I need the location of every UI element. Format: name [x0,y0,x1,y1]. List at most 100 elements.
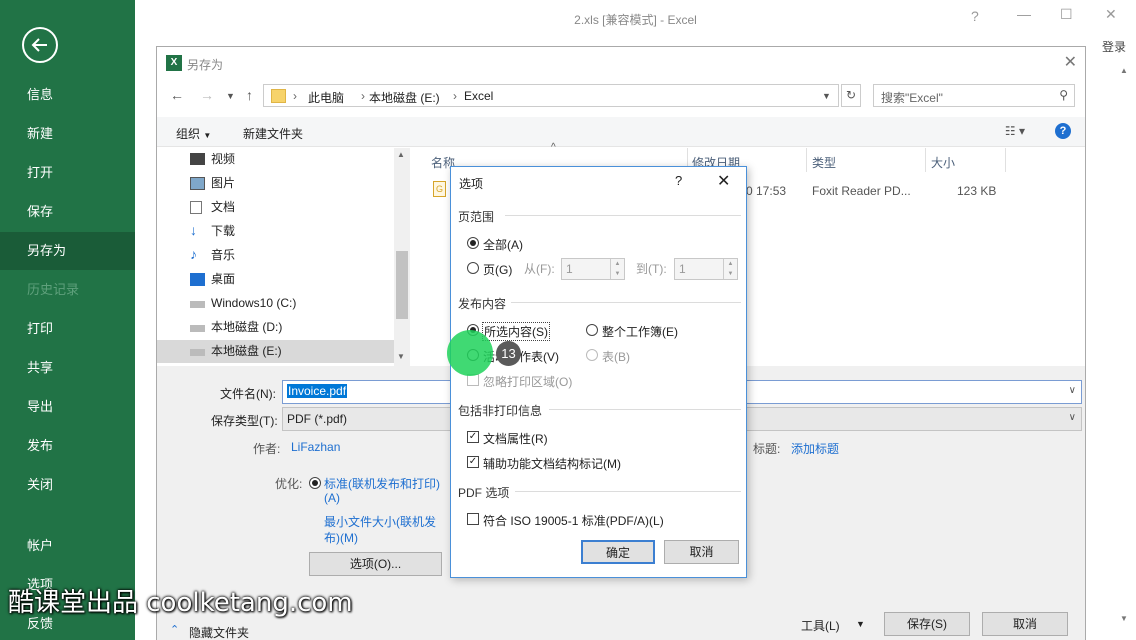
scrollbar-thumb[interactable] [396,251,408,319]
drive-icon [190,349,205,356]
hide-folders-link[interactable]: 隐藏文件夹 [189,624,249,640]
close-icon[interactable]: ✕ [1064,52,1077,72]
chevron-down-icon[interactable]: ▼ [856,619,865,629]
login-link[interactable]: 登录 [1102,38,1126,55]
tree-item-documents[interactable]: 文档 [157,196,394,219]
minimize-icon[interactable]: — [1017,6,1031,22]
nav-account[interactable]: 帐户 [0,527,135,565]
ok-button[interactable]: 确定 [581,540,655,564]
cancel-button[interactable]: 取消 [664,540,739,564]
scroll-down-icon[interactable]: ▼ [397,352,405,361]
cancel-button[interactable]: 取消 [982,612,1068,636]
view-options-icon[interactable]: ☷ ▾ [1005,124,1025,138]
organize-button[interactable]: 组织 ▼ [176,125,211,142]
backstage-scrollbar[interactable]: ▲ ▼ [1118,66,1132,626]
chevron-down-icon[interactable]: ▼ [822,91,831,101]
page-range-pages-radio[interactable] [467,262,479,274]
nav-publish[interactable]: 发布 [0,427,135,465]
tree-item-pictures[interactable]: 图片 [157,172,394,195]
tree-item-downloads[interactable]: ↓ 下载 [157,220,394,243]
column-size[interactable]: 大小 [931,154,955,171]
optimize-standard-radio[interactable] [309,477,321,489]
publish-active-sheet-label[interactable]: 活动工作表(V) [483,348,559,365]
doc-properties-checkbox[interactable]: ✓ [467,431,479,443]
add-title-link[interactable]: 添加标题 [791,440,839,457]
page-range-all-label[interactable]: 全部(A) [483,236,523,253]
publish-selection-label[interactable]: 所选内容(S) [482,322,550,341]
nav-close[interactable]: 关闭 [0,466,135,504]
help-button[interactable]: ? [971,8,979,24]
optimize-minimum-label[interactable]: 最小文件大小(联机发 [324,513,436,530]
nav-print[interactable]: 打印 [0,310,135,348]
up-icon[interactable]: ↑ [246,87,253,103]
optimize-standard-label[interactable]: 标准(联机发布和打印) [324,475,440,492]
tree-item-music[interactable]: ♪ 音乐 [157,244,394,267]
nav-save-as[interactable]: 另存为 [0,232,135,270]
chevron-down-icon[interactable]: ∨ [1069,385,1076,396]
stepper-arrows-icon[interactable]: ▲ ▼ [723,259,737,279]
maximize-icon[interactable]: ☐ [1060,6,1073,23]
group-divider [515,491,741,492]
nav-info[interactable]: 信息 [0,76,135,114]
sort-indicator-icon: ^ [551,142,556,153]
tree-scrollbar[interactable]: ▲ ▼ [394,148,410,366]
tree-item-drive-c[interactable]: Windows10 (C:) [157,292,394,315]
back-icon[interactable]: ← [170,87,184,103]
back-button[interactable] [22,27,58,63]
optimize-standard-label-2[interactable]: (A) [324,491,340,505]
save-button[interactable]: 保存(S) [884,612,970,636]
tree-label: 音乐 [211,248,236,262]
nav-open[interactable]: 打开 [0,154,135,192]
to-stepper[interactable]: 1 ▲ ▼ [674,258,738,280]
refresh-icon[interactable]: ↻ [841,84,861,107]
tree-item-desktop[interactable]: 桌面 [157,268,394,291]
author-value[interactable]: LiFazhan [291,440,340,454]
new-folder-button[interactable]: 新建文件夹 [243,125,303,142]
breadcrumb-folder[interactable]: Excel [464,89,493,103]
back-arrow-icon [31,38,47,52]
doc-properties-label[interactable]: 文档属性(R) [483,430,548,447]
publish-workbook-radio[interactable] [586,324,598,336]
save-as-title: 另存为 [187,58,224,72]
tree-label: 下载 [211,224,236,238]
nav-save[interactable]: 保存 [0,193,135,231]
chevron-down-icon: ∨ [1068,412,1076,423]
forward-icon[interactable]: → [200,87,214,103]
tools-label[interactable]: 工具(L) [801,617,840,634]
tree-item-drive-d[interactable]: 本地磁盘 (D:) [157,316,394,339]
nav-new[interactable]: 新建 [0,115,135,153]
structure-tags-checkbox[interactable]: ✓ [467,456,479,468]
breadcrumb-this-pc[interactable]: 此电脑 [308,89,344,106]
page-range-pages-label[interactable]: 页(G) [483,261,512,278]
nav-share[interactable]: 共享 [0,349,135,387]
breadcrumb-drive[interactable]: 本地磁盘 (E:) [369,89,440,106]
tree-item-drive-e[interactable]: 本地磁盘 (E:) [157,340,394,363]
tree-label: 本地磁盘 (E:) [211,344,282,358]
scroll-up-icon[interactable]: ▲ [1120,66,1128,75]
optimize-minimum-label-2[interactable]: 布)(M) [324,529,358,546]
iso-checkbox[interactable] [467,513,479,525]
publish-workbook-label[interactable]: 整个工作簿(E) [602,323,678,340]
tree-item-videos[interactable]: 视频 [157,148,394,171]
close-icon[interactable]: ✕ [717,171,730,191]
search-input[interactable]: 搜索"Excel" ⚲ [873,84,1075,107]
from-stepper[interactable]: 1 ▲ ▼ [561,258,625,280]
help-icon[interactable]: ? [1055,123,1071,139]
column-divider [1005,148,1006,172]
recent-dropdown-icon[interactable]: ▼ [226,91,235,101]
address-bar[interactable]: › 此电脑 › 本地磁盘 (E:) › Excel ▼ [263,84,839,107]
column-type[interactable]: 类型 [812,154,836,171]
desktop-icon [190,273,205,286]
stepper-arrows-icon[interactable]: ▲ ▼ [610,259,624,279]
page-range-all-radio[interactable] [467,237,479,249]
iso-label[interactable]: 符合 ISO 19005-1 标准(PDF/A)(L) [483,512,664,529]
chevron-up-icon[interactable]: ⌃ [170,623,179,636]
drive-icon [190,301,205,308]
structure-tags-label[interactable]: 辅助功能文档结构标记(M) [483,455,621,472]
nav-export[interactable]: 导出 [0,388,135,426]
scroll-down-icon[interactable]: ▼ [1120,614,1128,623]
close-icon[interactable]: ✕ [1105,6,1117,23]
help-button[interactable]: ? [675,173,682,188]
scroll-up-icon[interactable]: ▲ [397,150,405,159]
options-button[interactable]: 选项(O)... [309,552,442,576]
